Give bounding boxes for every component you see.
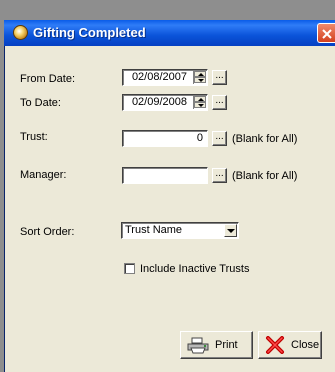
close-button-label: Close — [291, 339, 320, 351]
printer-icon — [187, 337, 209, 354]
from-date-browse-button[interactable]: ... — [212, 70, 227, 85]
manager-browse-button[interactable]: ... — [212, 168, 227, 183]
sort-order-label: Sort Order: — [20, 226, 75, 238]
trust-label: Trust: — [20, 131, 48, 143]
spin-down-button[interactable] — [194, 102, 206, 108]
red-x-icon — [266, 336, 284, 354]
include-inactive-checkbox[interactable] — [124, 263, 135, 274]
manager-hint: (Blank for All) — [232, 170, 298, 182]
manager-field[interactable] — [122, 167, 208, 184]
trust-field[interactable]: 0 — [122, 130, 208, 147]
print-button[interactable]: Print — [180, 331, 253, 359]
window-close-button[interactable] — [317, 23, 335, 43]
to-date-browse-button[interactable]: ... — [212, 95, 227, 110]
from-date-label: From Date: — [20, 73, 76, 85]
sort-order-value: Trust Name — [125, 224, 183, 236]
from-date-spinner[interactable] — [193, 71, 206, 84]
to-date-value: 02/09/2008 — [131, 96, 187, 108]
trust-browse-button[interactable]: ... — [212, 131, 227, 146]
close-button[interactable]: Close — [258, 331, 322, 359]
sort-order-select[interactable]: Trust Name — [121, 222, 239, 239]
manager-label: Manager: — [20, 169, 67, 181]
trust-hint: (Blank for All) — [232, 133, 298, 145]
to-date-label: To Date: — [20, 97, 61, 109]
app-icon — [13, 25, 28, 40]
from-date-value: 02/08/2007 — [131, 71, 187, 83]
title-bar[interactable]: Gifting Completed — [4, 20, 335, 46]
to-date-field[interactable]: 02/09/2008 — [122, 94, 208, 111]
include-inactive-label: Include Inactive Trusts — [140, 263, 250, 275]
close-icon — [322, 29, 332, 39]
to-date-spinner[interactable] — [193, 96, 206, 109]
spin-down-button[interactable] — [194, 77, 206, 83]
from-date-field[interactable]: 02/08/2007 — [122, 69, 208, 86]
window-title: Gifting Completed — [33, 25, 146, 40]
chevron-down-icon[interactable] — [224, 224, 237, 237]
trust-value: 0 — [196, 132, 203, 144]
print-button-label: Print — [215, 339, 238, 351]
